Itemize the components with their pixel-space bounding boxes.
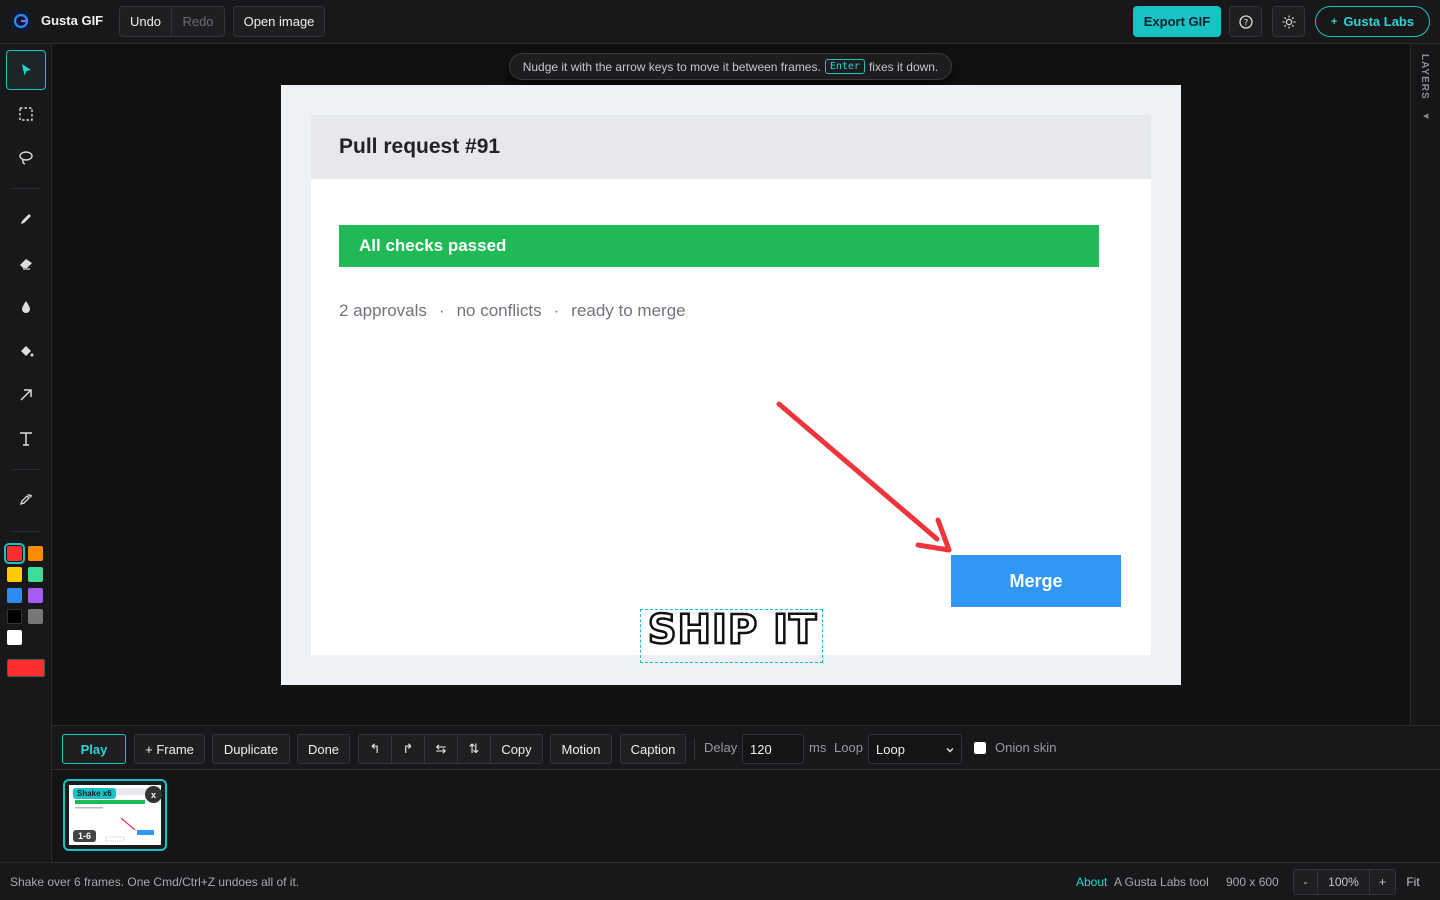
fill-icon xyxy=(21,346,34,357)
copy-button[interactable]: Copy xyxy=(490,734,543,764)
app-name: Gusta GIF xyxy=(41,13,104,28)
zoom-in-button[interactable]: + xyxy=(1369,869,1396,895)
motion-button[interactable]: Motion xyxy=(550,734,612,764)
color-swatch[interactable] xyxy=(7,588,22,603)
fill-tool[interactable] xyxy=(6,331,46,371)
eraser-icon xyxy=(20,259,32,270)
duplicate-button[interactable]: Duplicate xyxy=(212,734,290,764)
delay-input[interactable]: 120 xyxy=(742,734,804,764)
flip-horizontal-button[interactable]: ⇆ xyxy=(424,734,458,764)
onion-skin-checkbox[interactable] xyxy=(974,742,986,754)
loop-label: Loop xyxy=(834,740,863,755)
caption-button[interactable]: Caption xyxy=(620,734,686,764)
frame-strip: Shake x6 x 1-6 xyxy=(52,770,1440,862)
annotation-arrow[interactable] xyxy=(281,85,1181,685)
export-gif-button[interactable]: Export GIF xyxy=(1133,6,1221,37)
marquee-tool[interactable] xyxy=(6,94,46,134)
zoom-out-button[interactable]: - xyxy=(1293,869,1318,895)
fit-button[interactable]: Fit xyxy=(1397,869,1429,895)
lasso-icon xyxy=(19,151,33,165)
canvas-size: 900 x 600 xyxy=(1226,875,1279,889)
status-message: Shake over 6 frames. One Cmd/Ctrl+Z undo… xyxy=(10,875,300,889)
flip-vertical-icon: ⇅ xyxy=(468,741,480,756)
marquee-icon xyxy=(19,107,33,121)
text-icon xyxy=(20,432,32,446)
frame-preview: Shake x6 x 1-6 xyxy=(69,785,162,845)
theme-toggle-button[interactable] xyxy=(1272,6,1305,37)
flip-vertical-button[interactable]: ⇅ xyxy=(457,734,491,764)
svg-text:?: ? xyxy=(1243,18,1248,28)
rotate-right-button[interactable]: ↱ xyxy=(391,734,425,764)
eraser-tool[interactable] xyxy=(6,243,46,283)
color-swatch[interactable] xyxy=(7,630,22,645)
flip-horizontal-icon: ⇆ xyxy=(435,741,447,756)
rotate-left-button[interactable]: ↰ xyxy=(358,734,392,764)
eyedropper-icon xyxy=(19,494,32,506)
hint-toast: Nudge it with the arrow keys to move it … xyxy=(509,53,952,80)
arrow-icon xyxy=(20,389,32,401)
frame-range-badge: 1-6 xyxy=(73,830,97,842)
ms-label: ms xyxy=(809,740,827,755)
hint-text-end: fixes it down. xyxy=(868,59,939,74)
app-logo xyxy=(10,10,32,32)
text-tool[interactable] xyxy=(6,419,46,459)
timeline-toolbar: Play + Frame Duplicate Done ↰ ↱ ⇆ ⇅ Copy… xyxy=(52,725,1440,770)
close-icon[interactable]: x xyxy=(145,786,162,803)
help-button[interactable]: ? xyxy=(1229,6,1262,37)
color-swatch[interactable] xyxy=(4,543,25,564)
layers-panel-toggle[interactable]: LAYERS ◀ xyxy=(1410,44,1440,725)
add-frame-button[interactable]: + Frame xyxy=(134,734,205,764)
delay-label: Delay xyxy=(704,740,738,755)
rotate-left-icon: ↰ xyxy=(369,741,381,756)
caret-left-icon: ◀ xyxy=(1423,113,1429,120)
tool-separator xyxy=(12,188,40,189)
zoom-level[interactable]: 100% xyxy=(1317,869,1370,895)
select-icon xyxy=(22,64,31,76)
pencil-tool[interactable] xyxy=(6,199,46,239)
loop-select-value: Loop xyxy=(876,741,905,757)
color-swatch[interactable] xyxy=(28,609,43,624)
help-icon: ? xyxy=(1238,14,1253,29)
rotate-right-icon: ↱ xyxy=(402,741,414,756)
color-swatch[interactable] xyxy=(28,588,43,603)
tool-sidebar xyxy=(0,44,52,862)
top-bar: Gusta GIF Undo Redo Open image Export GI… xyxy=(0,0,1440,44)
redo-button[interactable]: Redo xyxy=(171,6,225,37)
gusta-labs-button[interactable]: + Gusta Labs xyxy=(1315,6,1430,37)
blur-icon xyxy=(22,301,30,313)
status-bar: Shake over 6 frames. One Cmd/Ctrl+Z undo… xyxy=(0,862,1440,900)
done-button[interactable]: Done xyxy=(297,734,350,764)
eyedropper-tool[interactable] xyxy=(6,479,46,519)
layers-label: LAYERS xyxy=(1419,54,1430,100)
image-canvas[interactable]: Pull request #91 All checks passed 2 app… xyxy=(281,85,1181,685)
select-tool[interactable] xyxy=(6,50,46,90)
chevron-down-icon xyxy=(945,743,955,758)
undo-button[interactable]: Undo xyxy=(119,6,172,37)
pencil-icon xyxy=(21,214,31,224)
arrow-tool[interactable] xyxy=(6,375,46,415)
tool-separator xyxy=(12,531,40,532)
color-swatch[interactable] xyxy=(28,546,43,561)
color-swatch[interactable] xyxy=(7,609,22,624)
play-button[interactable]: Play xyxy=(62,734,126,764)
loop-select[interactable]: Loop xyxy=(868,734,962,764)
hint-text: Nudge it with the arrow keys to move it … xyxy=(522,59,821,74)
credit-text: A Gusta Labs tool xyxy=(1114,875,1209,889)
open-image-button[interactable]: Open image xyxy=(233,6,325,37)
effect-tag: Shake x6 xyxy=(73,788,116,799)
frame-thumbnail[interactable]: Shake x6 x 1-6 xyxy=(63,779,167,851)
gusta-labs-label: Gusta Labs xyxy=(1343,14,1415,29)
plus-icon: + xyxy=(1330,15,1338,28)
enter-key: Enter xyxy=(824,59,865,74)
onion-skin-label: Onion skin xyxy=(995,740,1057,755)
lasso-tool[interactable] xyxy=(6,138,46,178)
toolbar-divider xyxy=(694,738,695,760)
current-color-swatch[interactable] xyxy=(7,659,45,677)
color-swatch[interactable] xyxy=(28,567,43,582)
color-swatch[interactable] xyxy=(7,567,22,582)
blur-tool[interactable] xyxy=(6,287,46,327)
sun-icon xyxy=(1282,15,1295,28)
about-link[interactable]: About xyxy=(1076,875,1107,889)
tool-separator xyxy=(12,469,40,470)
